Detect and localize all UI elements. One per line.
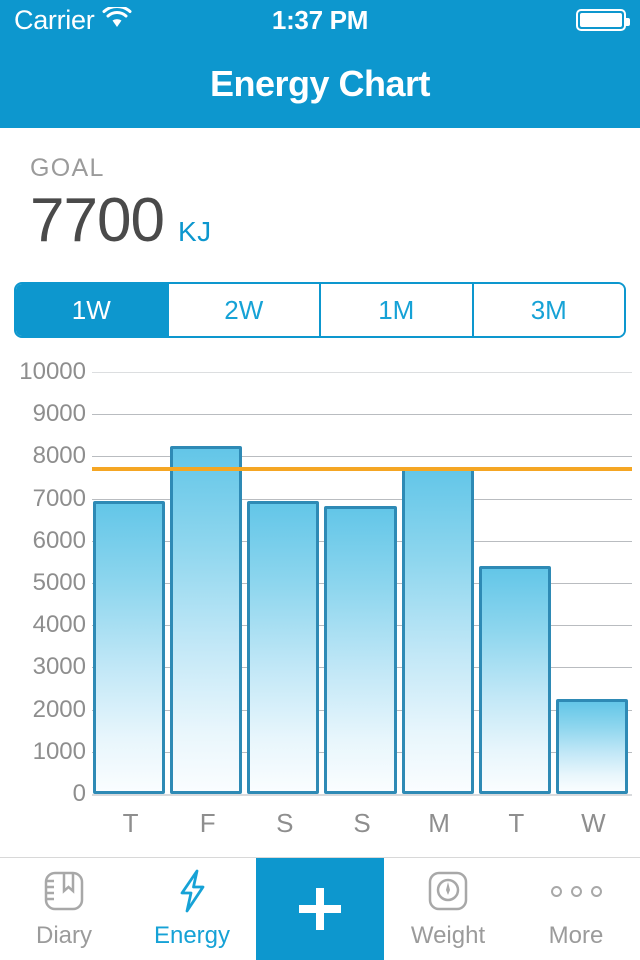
y-tick-label: 9000 xyxy=(32,400,86,428)
status-bar-clock: 1:37 PM xyxy=(271,4,369,35)
status-bar-right xyxy=(576,9,630,31)
y-tick-label: 4000 xyxy=(32,611,86,639)
tab-label: Energy xyxy=(153,922,231,949)
segment-3m[interactable]: 3M xyxy=(473,284,624,336)
tab-add[interactable] xyxy=(256,858,384,960)
plus-icon xyxy=(293,886,347,932)
ellipsis-icon xyxy=(550,868,602,914)
bar-3[interactable] xyxy=(324,506,397,794)
tab-diary[interactable]: Diary xyxy=(0,858,128,960)
energy-bar-chart: 0 1000 2000 3000 4000 5000 6000 7000 8000 9000 100… xyxy=(0,354,640,838)
bar-2[interactable] xyxy=(247,500,320,794)
x-tick-label: S xyxy=(353,808,371,838)
segment-2w[interactable]: 2W xyxy=(168,284,321,336)
range-selector: 1W 2W 1M 3M xyxy=(0,256,640,338)
nav-bar: Energy Chart xyxy=(0,40,640,128)
segment-1m[interactable]: 1M xyxy=(321,284,474,336)
tab-more[interactable]: More xyxy=(512,858,640,960)
goal-label: GOAL xyxy=(30,154,105,182)
bar-0[interactable] xyxy=(93,500,166,794)
goal-section: GOAL 7700 KJ xyxy=(0,128,640,256)
x-tick-label: T xyxy=(122,808,139,838)
battery-full-icon xyxy=(576,9,630,31)
x-tick-label: S xyxy=(276,808,294,838)
goal-line xyxy=(92,467,632,472)
gridline-9000 xyxy=(92,414,632,416)
y-tick-label: 0 xyxy=(72,780,86,807)
tab-label: Weight xyxy=(410,922,486,949)
status-bar: Carrier 1:37 PM xyxy=(0,0,640,40)
bar-1[interactable] xyxy=(170,445,243,794)
goal-value: 7700 xyxy=(30,186,165,255)
y-tick-label: 10000 xyxy=(19,358,86,385)
bar-6[interactable] xyxy=(555,699,628,794)
segmented-control[interactable]: 1W 2W 1M 3M xyxy=(14,282,626,338)
bar-4[interactable] xyxy=(401,466,474,794)
goal-unit: KJ xyxy=(177,216,212,247)
y-tick-label: 7000 xyxy=(32,484,86,512)
gridline-10000 xyxy=(92,372,632,373)
app-root: Carrier 1:37 PM Energy Chart GOAL 7700 K… xyxy=(0,0,640,960)
x-tick-label: W xyxy=(581,808,606,838)
tab-energy[interactable]: Energy xyxy=(128,858,256,960)
x-tick-label: T xyxy=(508,808,525,838)
axis-baseline xyxy=(92,794,632,796)
tab-label: Diary xyxy=(35,922,92,949)
y-tick-label: 1000 xyxy=(32,737,86,765)
page-title: Energy Chart xyxy=(209,63,431,104)
x-tick-label: M xyxy=(428,808,450,838)
tab-bar: Diary Energy Weight More xyxy=(0,857,640,960)
y-tick-label: 5000 xyxy=(32,569,86,596)
y-tick-label: 2000 xyxy=(32,695,86,723)
bar-5[interactable] xyxy=(478,566,551,794)
segment-1w[interactable]: 1W xyxy=(16,284,169,336)
tab-label: More xyxy=(548,922,604,949)
scale-icon xyxy=(426,868,470,914)
tab-weight[interactable]: Weight xyxy=(384,858,512,960)
y-tick-label: 3000 xyxy=(32,653,86,681)
book-icon xyxy=(42,868,86,914)
goal-value-row: 7700 KJ xyxy=(30,185,610,256)
x-tick-label: F xyxy=(199,808,216,838)
y-tick-label: 8000 xyxy=(32,442,86,470)
y-tick-label: 6000 xyxy=(32,526,86,554)
lightning-icon xyxy=(170,868,214,914)
